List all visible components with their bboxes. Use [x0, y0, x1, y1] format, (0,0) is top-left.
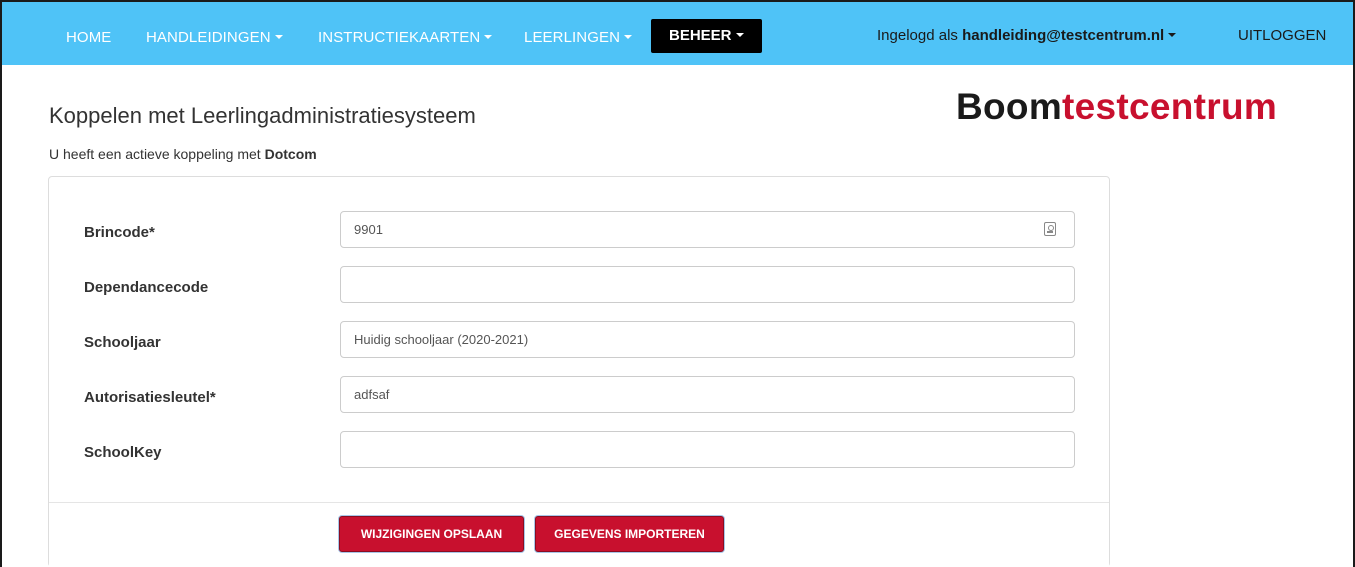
- caret-down-icon: [274, 35, 283, 40]
- nav-beheer-dropdown[interactable]: BEHEER: [651, 19, 762, 53]
- caret-down-icon: [1168, 33, 1177, 38]
- logo-part-boom: Boom: [956, 86, 1063, 127]
- autorisatiesleutel-input[interactable]: [340, 376, 1075, 413]
- import-data-button[interactable]: GEGEVENS IMPORTEREN: [535, 516, 724, 552]
- brincode-input[interactable]: [340, 211, 1075, 248]
- logout-link[interactable]: UITLOGGEN: [1238, 26, 1326, 46]
- contact-card-icon[interactable]: [1044, 222, 1056, 236]
- nav-instructiekaarten-dropdown[interactable]: INSTRUCTIEKAARTEN: [318, 28, 493, 48]
- user-menu-dropdown[interactable]: Ingelogd als handleiding@testcentrum.nl: [877, 26, 1177, 46]
- save-changes-button[interactable]: WIJZIGINGEN OPSLAAN: [339, 516, 524, 552]
- schooljaar-input[interactable]: [340, 321, 1075, 358]
- nav-handleidingen-dropdown[interactable]: HANDLEIDINGEN: [146, 28, 283, 48]
- schoolkey-input[interactable]: [340, 431, 1075, 468]
- schoolkey-label: SchoolKey: [84, 444, 162, 461]
- nav-leerlingen-label: LEERLINGEN: [524, 29, 621, 46]
- schooljaar-label: Schooljaar: [84, 334, 161, 351]
- nav-handleidingen-label: HANDLEIDINGEN: [146, 29, 271, 46]
- user-prefix: Ingelogd als: [877, 27, 958, 44]
- nav-beheer-label: BEHEER: [669, 27, 732, 44]
- nav-home-label: HOME: [66, 29, 112, 46]
- caret-down-icon: [624, 35, 633, 40]
- page-title: Koppelen met Leerlingadministratiesystee…: [49, 103, 476, 128]
- caret-down-icon: [735, 33, 744, 38]
- koppeling-form-panel: Brincode* Dependancecode Schooljaar Auto…: [48, 176, 1110, 567]
- dependancecode-input[interactable]: [340, 266, 1075, 303]
- nav-instructiekaarten-label: INSTRUCTIEKAARTEN: [318, 29, 481, 46]
- caret-down-icon: [484, 35, 493, 40]
- user-email: handleiding@testcentrum.nl: [962, 27, 1165, 44]
- dependancecode-label: Dependancecode: [84, 279, 209, 296]
- connection-status: U heeft een actieve koppeling met Dotcom: [49, 146, 317, 162]
- connection-status-text: U heeft een actieve koppeling met: [49, 146, 261, 162]
- nav-home[interactable]: HOME: [66, 28, 111, 48]
- nav-leerlingen-dropdown[interactable]: LEERLINGEN: [524, 28, 633, 48]
- autorisatiesleutel-label: Autorisatiesleutel*: [84, 389, 216, 406]
- logo-part-testcentrum: testcentrum: [1062, 86, 1278, 127]
- connected-system-name: Dotcom: [264, 146, 317, 162]
- brincode-label: Brincode*: [84, 224, 155, 241]
- top-navbar: HOME HANDLEIDINGEN INSTRUCTIEKAARTEN LEE…: [2, 2, 1353, 65]
- boom-testcentrum-logo: Boomtestcentrum: [956, 86, 1277, 128]
